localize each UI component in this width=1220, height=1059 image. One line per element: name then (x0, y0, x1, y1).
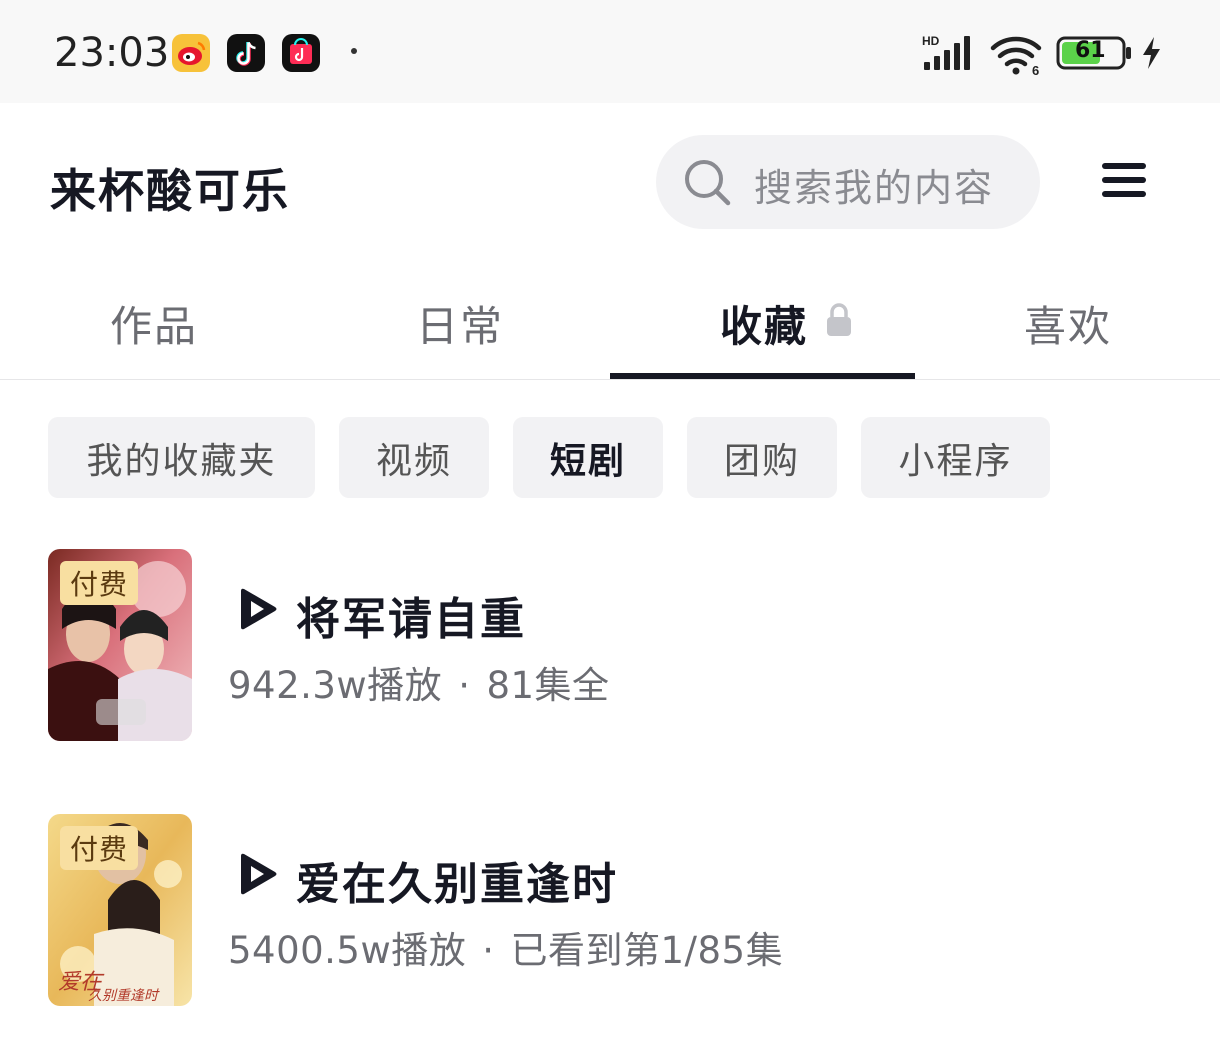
douyin-mall-icon (282, 34, 320, 72)
notification-dot (351, 48, 357, 54)
tab-daily[interactable]: 日常 (416, 293, 504, 354)
douyin-icon (227, 34, 265, 72)
tab-likes[interactable]: 喜欢 (1024, 293, 1112, 354)
lock-icon (826, 303, 852, 337)
search-placeholder: 搜索我的内容 (754, 166, 995, 210)
list-item[interactable]: 付费 将军请自重 942.3w播放 · 81集全 (0, 549, 1220, 749)
chip-group-buy[interactable]: 团购 (687, 417, 837, 498)
drama-meta: 942.3w播放 · 81集全 (228, 655, 610, 709)
weibo-icon (172, 34, 210, 72)
drama-title: 将军请自重 (296, 594, 526, 645)
wifi-icon: 6 (990, 34, 1044, 78)
status-bar: 23:03 HD 6 61 (0, 0, 1220, 103)
separator-dot: · (458, 664, 471, 707)
status-time: 23:03 (54, 30, 170, 76)
profile-header: 来杯酸可乐 搜索我的内容 (0, 103, 1220, 263)
tab-works[interactable]: 作品 (110, 293, 198, 354)
battery-level: 61 (1075, 38, 1106, 63)
episode-info: 81集全 (486, 664, 610, 707)
paid-badge: 付费 (60, 561, 139, 605)
chip-short-dramas[interactable]: 短剧 (513, 417, 663, 498)
search-icon (682, 157, 734, 209)
chip-videos[interactable]: 视频 (339, 417, 489, 498)
play-count: 5400.5w播放 (228, 929, 467, 972)
chip-mini-programs[interactable]: 小程序 (861, 417, 1050, 498)
drama-meta: 5400.5w播放 · 已看到第1/85集 (228, 920, 783, 974)
svg-text:6: 6 (1032, 63, 1039, 76)
tab-favorites[interactable]: 收藏 (720, 293, 808, 354)
svg-text:HD: HD (922, 34, 940, 48)
active-tab-indicator (610, 373, 915, 379)
menu-icon[interactable] (1098, 157, 1150, 203)
list-item[interactable]: 爱在 久别重逢时 付费 爱在久别重逢时 5400.5w播放 · 已看到第1/85集 (0, 814, 1220, 1014)
cellular-signal-icon: HD (922, 34, 978, 74)
short-drama-play-icon (238, 852, 278, 896)
charging-icon (1140, 36, 1162, 70)
profile-name: 来杯酸可乐 (50, 164, 290, 218)
svg-text:久别重逢时: 久别重逢时 (88, 988, 160, 1004)
search-input[interactable]: 搜索我的内容 (656, 135, 1040, 229)
short-drama-play-icon (238, 587, 278, 631)
episode-info: 已看到第1/85集 (510, 929, 784, 972)
separator-dot: · (482, 929, 495, 972)
profile-tabs: 作品 日常 收藏 喜欢 (0, 263, 1220, 380)
chip-my-folders[interactable]: 我的收藏夹 (48, 417, 315, 498)
play-count: 942.3w播放 (228, 664, 443, 707)
drama-title: 爱在久别重逢时 (296, 859, 618, 910)
drama-poster: 爱在 久别重逢时 付费 (48, 814, 192, 1006)
drama-poster: 付费 (48, 549, 192, 741)
paid-badge: 付费 (60, 826, 139, 870)
